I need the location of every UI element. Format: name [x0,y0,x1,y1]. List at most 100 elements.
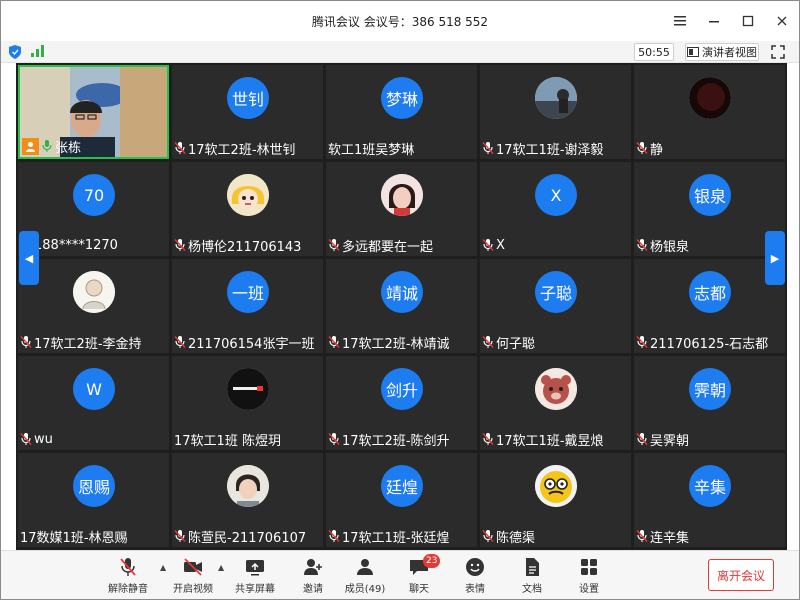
participant-name: X [496,237,505,253]
participant-avatar: 梦琳 [381,77,423,119]
participant-name-bar: 杨银泉 [634,234,689,256]
participant-name: 多远都要在一起 [342,239,434,255]
settings-button[interactable]: 设置 [561,556,617,596]
chevron-right-icon: ▶ [770,251,780,265]
settings-grid-icon [581,559,597,575]
members-icon [357,559,373,575]
participant-tile[interactable]: 子聪 何子聪 [480,259,631,353]
maximize-icon[interactable] [731,1,765,41]
participant-tile[interactable]: Wwu [18,356,169,450]
shield-icon[interactable] [9,45,21,59]
participant-name: 211706154张宇一班 [188,336,315,352]
minimize-icon[interactable] [697,1,731,41]
participant-tile[interactable]: 恩赐 17数媒1班-林恩赐 [18,453,169,547]
document-icon [526,558,539,576]
participant-name-bar: 何子聪 [480,331,535,353]
mic-muted-icon [636,433,648,445]
reactions-label: 表情 [465,584,485,595]
participant-name-bar: X [480,234,505,256]
participant-tile[interactable]: 剑升 17软工2班-陈剑升 [326,356,477,450]
invite-label: 邀请 [303,584,323,595]
next-page-arrow[interactable]: ▶ [765,231,785,285]
mic-muted-icon [20,336,32,348]
status-bar: 50:55 演讲者视图 [1,41,799,63]
window-controls [663,1,799,41]
participant-tile[interactable]: 一班 211706154张宇一班 [172,259,323,353]
participant-tile[interactable]: 17软工2班-李金持 [18,259,169,353]
meeting-timer: 50:55 [634,43,674,61]
menu-icon[interactable] [663,1,697,41]
participant-name-bar: 17软工1班-张廷煌 [326,525,450,547]
participant-name: 陈德渠 [496,530,536,546]
participant-tile[interactable]: XX [480,162,631,256]
participant-tile[interactable]: 张栋 [18,65,169,159]
participant-tile[interactable]: 世钊 17软工2班-林世钊 [172,65,323,159]
video-options-caret-icon[interactable]: ▲ [218,563,224,572]
participant-avatar-image [535,465,577,507]
fullscreen-icon[interactable] [770,44,786,60]
participant-avatar: 志都 [689,271,731,313]
participant-tile[interactable]: 静 [634,65,785,159]
mic-muted-icon [482,530,494,542]
close-icon[interactable] [765,1,799,41]
participant-name: 17软工1班-戴昱烺 [496,433,604,449]
speaker-view-label: 演讲者视图 [702,46,757,59]
unmute-button[interactable]: 解除静音 [100,556,156,596]
participant-avatar: 霁朝 [689,368,731,410]
participant-avatar: 银泉 [689,174,731,216]
prev-page-arrow[interactable]: ◀ [19,231,39,285]
mic-muted-icon [174,530,186,542]
participant-tile[interactable]: 银泉 杨银泉 [634,162,785,256]
unmute-label: 解除静音 [108,584,148,595]
participant-tile[interactable]: 志都 211706125-石志都 [634,259,785,353]
members-button[interactable]: 成员(49) [337,556,393,596]
participant-name-bar: 17软工2班-李金持 [18,331,142,353]
leave-meeting-button[interactable]: 离开会议 [708,559,774,591]
participant-avatar: 一班 [227,271,269,313]
participant-tile[interactable]: 陈萱民-211706107 [172,453,323,547]
meeting-window: 腾讯会议 会议号：386 518 552 50:55 演讲者视图 张栋 世钊 1… [0,0,800,600]
participant-name: 17软工1班 陈煜玥 [174,433,281,449]
participant-name-bar: 张栋 [20,135,81,157]
participant-tile[interactable]: 辛集 连辛集 [634,453,785,547]
network-signal-icon[interactable] [31,45,45,57]
participant-avatar-image [227,368,269,410]
documents-button[interactable]: 文档 [504,556,560,596]
members-label: 成员(49) [344,584,386,595]
start-video-button[interactable]: 开启视频 [165,556,221,596]
participant-tile[interactable]: 梦琳软工1班吴梦琳 [326,65,477,159]
participant-tile[interactable]: 70 188****1270 [18,162,169,256]
mic-on-icon [42,140,52,152]
participant-tile[interactable]: 杨博伦211706143 [172,162,323,256]
share-screen-button[interactable]: 共享屏幕 [227,556,283,596]
participant-name: 17软工2班-陈剑升 [342,433,450,449]
window-title: 腾讯会议 会议号：386 518 552 [311,14,489,29]
chat-button[interactable]: 23 聊天 [391,554,447,596]
mic-muted-icon [482,433,494,445]
mic-muted-icon [482,142,494,154]
participant-tile[interactable]: 靖诚 17软工2班-林靖诚 [326,259,477,353]
participant-tile[interactable]: 霁朝吴霁朝 [634,356,785,450]
participant-avatar-image [535,368,577,410]
participant-name: 17软工1班-张廷煌 [342,530,450,546]
participant-name: 17数媒1班-林恩赐 [20,530,128,546]
participant-name-bar: 软工1班吴梦琳 [326,137,414,159]
participant-name: 何子聪 [496,336,536,352]
participant-name: 软工1班吴梦琳 [328,142,415,158]
mic-muted-icon [174,239,186,251]
speaker-view-button[interactable]: 演讲者视图 [685,43,759,61]
participant-tile[interactable]: 17软工1班-谢泽毅 [480,65,631,159]
participant-name: wu [34,431,53,447]
participant-tile[interactable]: 17软工1班-戴昱烺 [480,356,631,450]
participant-tile[interactable]: 廷煌 17软工1班-张廷煌 [326,453,477,547]
title-bar: 腾讯会议 会议号：386 518 552 [1,1,799,41]
mic-muted-icon [636,336,648,348]
reactions-button[interactable]: 表情 [447,556,503,596]
participant-tile[interactable]: 陈德渠 [480,453,631,547]
participant-name-bar: 17软工1班 陈煜玥 [172,428,281,450]
participant-tile[interactable]: 多远都要在一起 [326,162,477,256]
participant-tile[interactable]: 17软工1班 陈煜玥 [172,356,323,450]
participant-name: 吴霁朝 [650,433,690,449]
invite-button[interactable]: 邀请 [285,556,341,596]
participant-avatar: 70 [73,174,115,216]
